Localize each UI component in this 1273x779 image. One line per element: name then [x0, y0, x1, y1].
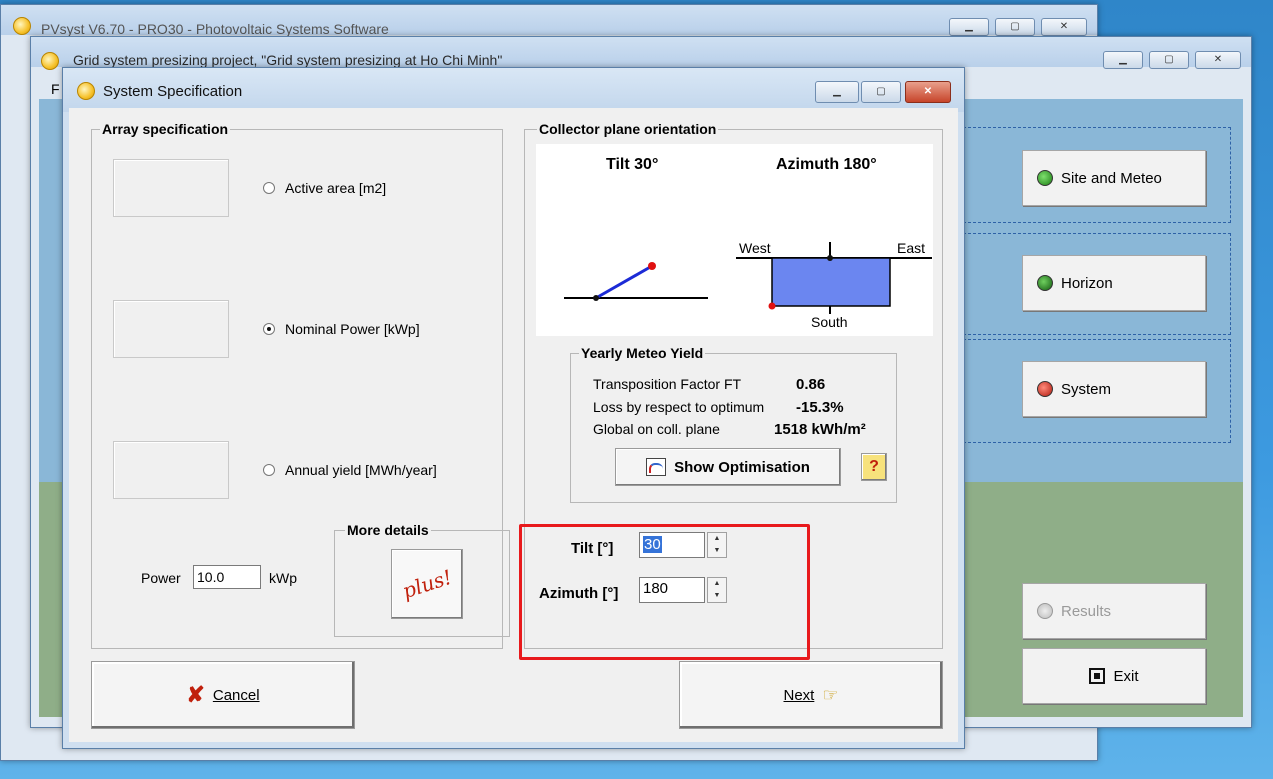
pvsyst-logo-icon	[13, 17, 31, 35]
exit-button[interactable]: Exit	[1022, 648, 1206, 704]
global-value: 1518 kWh/m²	[774, 421, 866, 438]
pvsyst-logo-icon	[77, 82, 95, 100]
plus-label: plus!	[399, 564, 455, 604]
power-input[interactable]: 10.0	[193, 565, 261, 589]
plus-details-button[interactable]: plus!	[391, 549, 463, 619]
azimuth-caption: Azimuth 180°	[776, 156, 877, 173]
pivot-point	[593, 295, 599, 301]
tilt-diagram	[564, 262, 708, 301]
exit-label: Exit	[1113, 667, 1139, 685]
dialog-title: System Specification	[103, 83, 243, 100]
show-optimisation-button[interactable]: Show Optimisation	[615, 448, 841, 486]
project-maximize-button[interactable]: ▢	[1149, 51, 1189, 69]
tilt-line	[595, 264, 653, 300]
annual-yield-label: Annual yield [MWh/year]	[285, 462, 437, 478]
array-specification-title: Array specification	[100, 121, 231, 137]
radio-indicator[interactable]	[263, 323, 275, 335]
project-close-button[interactable]: ✕	[1195, 51, 1241, 69]
tilt-caption: Tilt 30°	[606, 156, 659, 173]
annual-yield-value-box	[113, 441, 229, 499]
chart-icon	[646, 458, 667, 476]
results-button[interactable]: Results	[1022, 583, 1206, 639]
show-optimisation-label: Show Optimisation	[674, 458, 810, 476]
next-button[interactable]: Next ☞	[679, 661, 943, 729]
radio-indicator[interactable]	[263, 182, 275, 194]
active-area-radio[interactable]: Active area [m2]	[263, 180, 386, 196]
nominal-power-value-box	[113, 300, 229, 358]
orientation-diagram: Tilt 30° Azimuth 180° West East South	[536, 144, 933, 336]
center-point	[827, 255, 833, 261]
tilt-end-marker	[648, 262, 656, 270]
global-label: Global on coll. plane	[593, 421, 720, 437]
cancel-x-icon: ✘	[186, 682, 205, 707]
next-label: Next	[783, 686, 815, 704]
status-led-icon	[1037, 275, 1053, 291]
main-window-title: PVsyst V6.70 - PRO30 - Photovoltaic Syst…	[41, 21, 389, 37]
loss-value: -15.3%	[796, 399, 844, 416]
transposition-label: Transposition Factor FT	[593, 376, 742, 392]
horizon-button[interactable]: Horizon	[1022, 255, 1206, 311]
dialog-titlebar: System Specification ▁ ▢ ✕	[63, 68, 964, 112]
dialog-maximize-button[interactable]: ▢	[861, 81, 901, 103]
pointing-hand-icon: ☞	[822, 684, 839, 705]
power-label: Power	[141, 570, 181, 586]
help-label: ?	[869, 458, 879, 475]
system-specification-dialog: System Specification ▁ ▢ ✕ Array specifi…	[62, 67, 965, 749]
project-titlebar: Grid system presizing project, "Grid sys…	[31, 37, 1251, 70]
system-label: System	[1061, 380, 1112, 398]
main-close-button[interactable]: ✕	[1041, 18, 1087, 36]
yearly-yield-title: Yearly Meteo Yield	[579, 345, 706, 361]
project-menu-letter[interactable]: F	[51, 81, 60, 97]
collector-orientation-title: Collector plane orientation	[537, 121, 719, 137]
cancel-label: Cancel	[212, 686, 260, 704]
horizon-label: Horizon	[1061, 274, 1113, 292]
site-meteo-button[interactable]: Site and Meteo	[1022, 150, 1206, 206]
nominal-power-radio[interactable]: Nominal Power [kWp]	[263, 321, 420, 337]
results-label: Results	[1061, 602, 1112, 620]
status-led-icon	[1037, 381, 1053, 397]
system-button[interactable]: System	[1022, 361, 1206, 417]
radio-indicator[interactable]	[263, 464, 275, 476]
azimuth-marker	[768, 302, 776, 310]
annual-yield-radio[interactable]: Annual yield [MWh/year]	[263, 462, 437, 478]
main-titlebar: PVsyst V6.70 - PRO30 - Photovoltaic Syst…	[1, 5, 1097, 37]
exit-icon	[1089, 668, 1106, 684]
plane-rectangle	[771, 257, 891, 307]
active-area-label: Active area [m2]	[285, 180, 387, 196]
more-details-title: More details	[345, 522, 431, 538]
dialog-close-button[interactable]: ✕	[905, 81, 951, 103]
transposition-value: 0.86	[796, 376, 826, 393]
highlight-box	[519, 524, 810, 660]
nominal-power-label: Nominal Power [kWp]	[285, 321, 420, 337]
active-area-value-box	[113, 159, 229, 217]
project-window-title: Grid system presizing project, "Grid sys…	[73, 52, 503, 68]
results-icon	[1037, 603, 1053, 619]
main-maximize-button[interactable]: ▢	[995, 18, 1035, 36]
site-meteo-label: Site and Meteo	[1061, 169, 1162, 187]
status-led-icon	[1037, 170, 1053, 186]
main-minimize-button[interactable]: ▁	[949, 18, 989, 36]
azimuth-diagram	[736, 242, 932, 314]
power-unit: kWp	[269, 570, 297, 586]
pvsyst-logo-icon	[41, 52, 59, 70]
cancel-button[interactable]: ✘ Cancel	[91, 661, 355, 729]
help-button[interactable]: ?	[861, 453, 887, 481]
loss-label: Loss by respect to optimum	[593, 399, 765, 415]
dialog-body: Array specification Active area [m2] Nom…	[69, 108, 958, 742]
dialog-minimize-button[interactable]: ▁	[815, 81, 859, 103]
project-minimize-button[interactable]: ▁	[1103, 51, 1143, 69]
